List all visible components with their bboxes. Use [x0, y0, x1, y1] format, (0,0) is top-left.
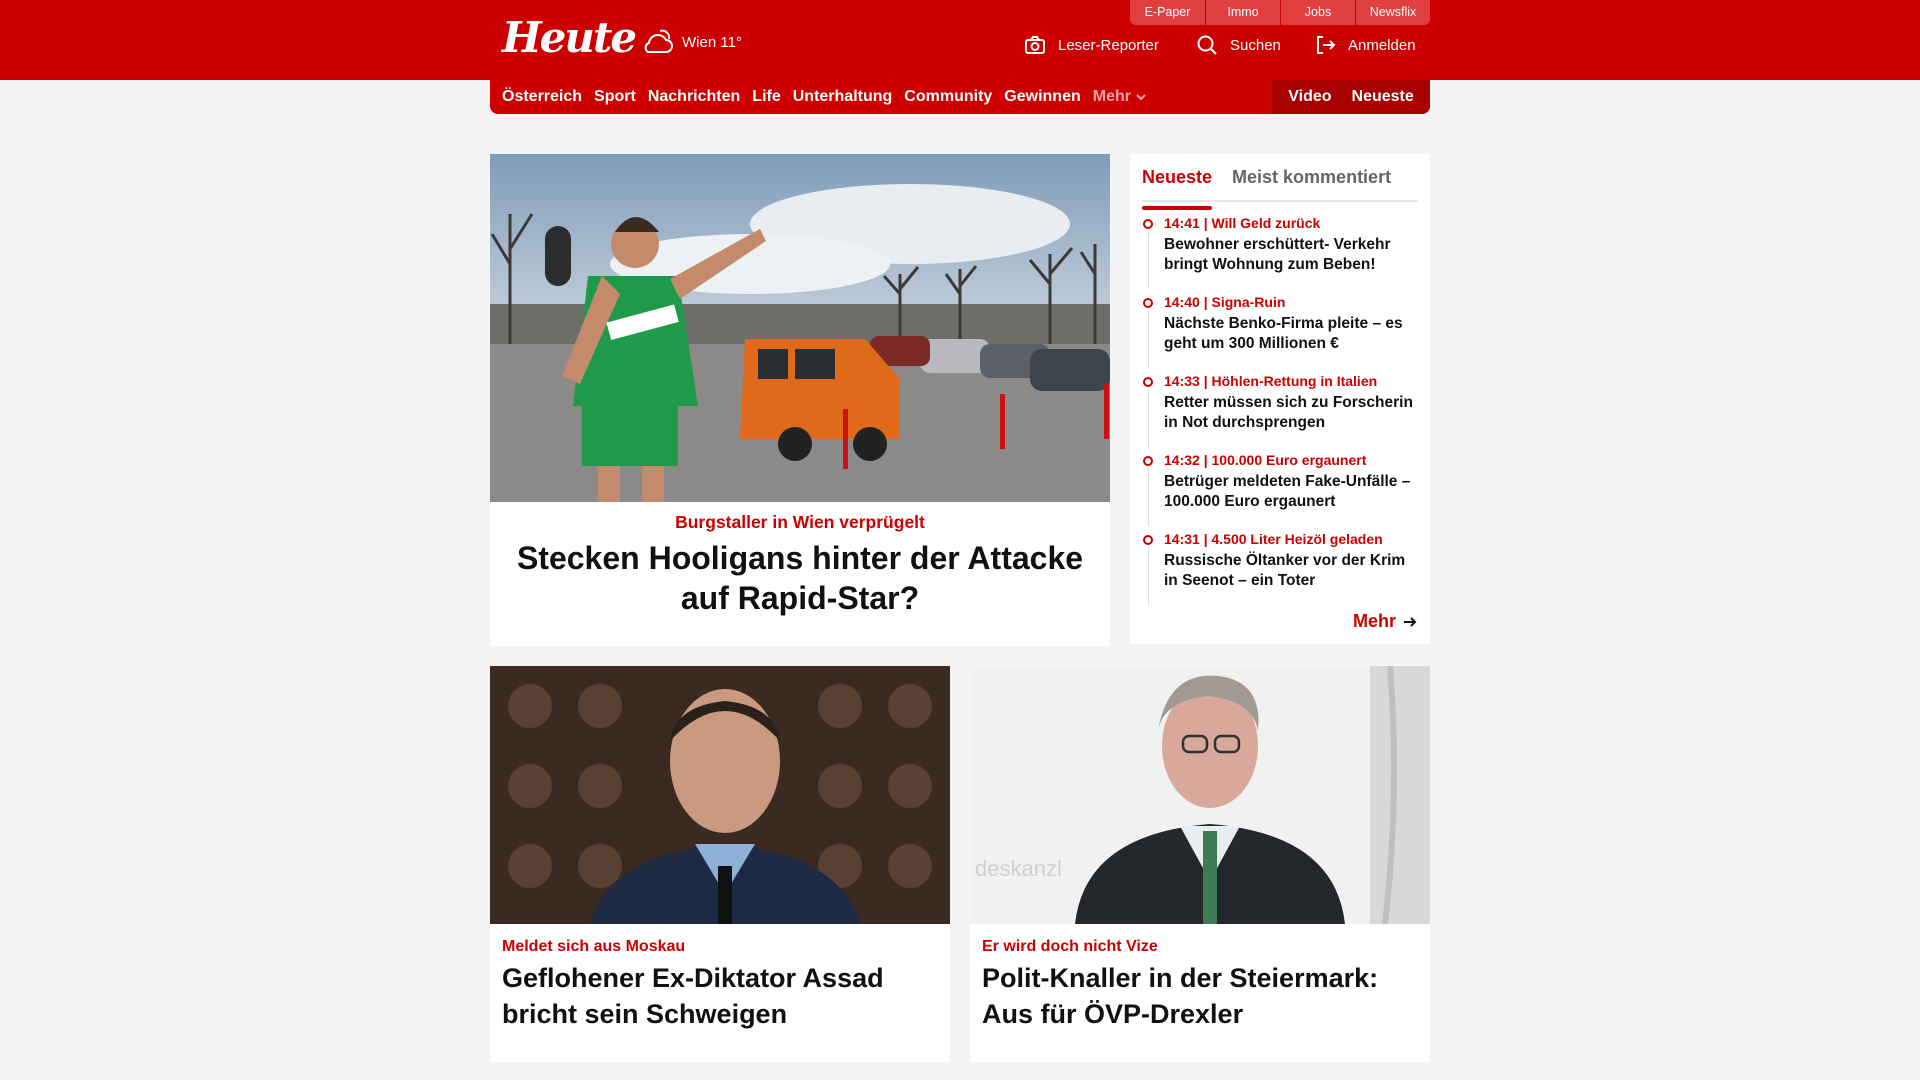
- search-button[interactable]: Suchen: [1196, 34, 1281, 56]
- list-item[interactable]: 14:40 | Signa-Ruin Nächste Benko-Firma p…: [1142, 293, 1422, 372]
- nav-item-sport[interactable]: Sport: [594, 88, 636, 106]
- sidebar-more-link[interactable]: Mehr: [1353, 611, 1418, 632]
- hero-article[interactable]: Burgstaller in Wien verprügelt Stecken H…: [490, 154, 1110, 646]
- timeline-dot-icon: [1143, 219, 1153, 229]
- timeline-line: [1148, 389, 1149, 447]
- epaper-link[interactable]: E-Paper: [1130, 0, 1205, 25]
- top-links: E-Paper Immo Jobs Newsflix: [1130, 0, 1430, 25]
- chevron-down-icon: [1136, 94, 1146, 101]
- camera-icon: [1025, 36, 1045, 54]
- nav-item-gewinnen[interactable]: Gewinnen: [1004, 88, 1080, 106]
- list-item[interactable]: 14:33 | Höhlen-Rettung in Italien Retter…: [1142, 372, 1422, 451]
- timeline-line: [1148, 468, 1149, 526]
- ticker-headline[interactable]: Retter müssen sich zu Forscherin in Not …: [1164, 393, 1422, 433]
- immo-link[interactable]: Immo: [1205, 0, 1280, 25]
- arrow-right-icon: [1404, 616, 1417, 627]
- leser-reporter-label: Leser-Reporter: [1058, 36, 1159, 54]
- leser-reporter-button[interactable]: Leser-Reporter: [1024, 34, 1159, 56]
- nav-more-label: Mehr: [1092, 88, 1131, 105]
- article-image[interactable]: [490, 666, 950, 924]
- search-label: Suchen: [1230, 36, 1281, 54]
- search-icon: [1197, 35, 1217, 55]
- ticker-headline[interactable]: Russische Öltanker vor der Krim in Seeno…: [1164, 551, 1422, 591]
- article-image[interactable]: deskanzl: [970, 666, 1430, 924]
- weather-widget[interactable]: Wien 11°: [640, 27, 742, 57]
- hero-image[interactable]: [490, 154, 1110, 502]
- timeline-dot-icon: [1143, 456, 1153, 466]
- latest-news-sidebar: Neueste Meist kommentiert 14:41 | Will G…: [1130, 154, 1430, 644]
- ticker-meta: 14:33 | Höhlen-Rettung in Italien: [1164, 373, 1378, 389]
- list-item[interactable]: 14:41 | Will Geld zurück Bewohner erschü…: [1142, 214, 1422, 293]
- nav-more-dropdown[interactable]: Mehr: [1093, 88, 1147, 106]
- article-headline[interactable]: Polit-Knaller in der Steiermark: Aus für…: [982, 960, 1422, 1032]
- newsflix-link[interactable]: Newsflix: [1355, 0, 1430, 25]
- sidebar-tabs: Neueste Meist kommentiert: [1142, 162, 1418, 210]
- logo[interactable]: Heute: [502, 14, 637, 62]
- timeline-line: [1148, 231, 1149, 289]
- weather-label: Wien 11°: [682, 33, 742, 51]
- timeline-line: [1148, 310, 1149, 368]
- ticker-headline[interactable]: Nächste Benko-Firma pleite – es geht um …: [1164, 314, 1422, 354]
- nav-item-life[interactable]: Life: [752, 88, 780, 106]
- nav-item-video[interactable]: Video: [1288, 88, 1331, 106]
- sidebar-more-label: Mehr: [1352, 611, 1396, 631]
- login-button[interactable]: Anmelden: [1314, 34, 1416, 56]
- list-item[interactable]: 14:32 | 100.000 Euro ergaunert Betrüger …: [1142, 451, 1422, 530]
- article-kicker[interactable]: Er wird doch nicht Vize: [982, 938, 1158, 956]
- ticker-headline[interactable]: Betrüger meldeten Fake-Unfälle – 100.000…: [1164, 472, 1422, 512]
- tab-meist-kommentiert[interactable]: Meist kommentiert: [1232, 162, 1391, 200]
- timeline-dot-icon: [1143, 298, 1153, 308]
- hero-headline[interactable]: Stecken Hooligans hinter der Attacke auf…: [490, 538, 1110, 618]
- ticker-meta: 14:31 | 4.500 Liter Heizöl geladen: [1164, 531, 1383, 547]
- nav-item-community[interactable]: Community: [904, 88, 992, 106]
- ticker-meta: 14:41 | Will Geld zurück: [1164, 215, 1321, 231]
- nav-item-neueste[interactable]: Neueste: [1352, 88, 1414, 106]
- article-card-assad[interactable]: Meldet sich aus Moskau Geflohener Ex-Dik…: [490, 666, 950, 1062]
- nav-item-nachrichten[interactable]: Nachrichten: [648, 88, 740, 106]
- login-icon: [1317, 36, 1336, 54]
- list-item[interactable]: 14:31 | 4.500 Liter Heizöl geladen Russi…: [1142, 530, 1422, 609]
- article-kicker[interactable]: Meldet sich aus Moskau: [502, 938, 685, 956]
- nav-item-oesterreich[interactable]: Österreich: [502, 88, 582, 106]
- site-header: [0, 0, 1920, 80]
- ticker-meta: 14:32 | 100.000 Euro ergaunert: [1164, 452, 1367, 468]
- timeline-dot-icon: [1143, 377, 1153, 387]
- hero-kicker[interactable]: Burgstaller in Wien verprügelt: [490, 512, 1110, 533]
- article-headline[interactable]: Geflohener Ex-Diktator Assad bricht sein…: [502, 960, 932, 1032]
- tab-neueste[interactable]: Neueste: [1142, 162, 1213, 210]
- ticker-meta: 14:40 | Signa-Ruin: [1164, 294, 1286, 310]
- nav-item-unterhaltung[interactable]: Unterhaltung: [793, 88, 893, 106]
- watermark-text: deskanzl: [975, 856, 1062, 881]
- cloud-sun-icon: [644, 29, 673, 53]
- nav-right-group: Video Neueste: [1272, 80, 1430, 114]
- main-nav: Österreich Sport Nachrichten Life Unterh…: [490, 80, 1430, 114]
- news-ticker: 14:41 | Will Geld zurück Bewohner erschü…: [1142, 214, 1422, 609]
- jobs-link[interactable]: Jobs: [1280, 0, 1355, 25]
- ticker-headline[interactable]: Bewohner erschüttert- Verkehr bringt Woh…: [1164, 235, 1422, 275]
- timeline-dot-icon: [1143, 535, 1153, 545]
- timeline-line: [1148, 547, 1149, 605]
- login-label: Anmelden: [1348, 36, 1416, 54]
- article-card-drexler[interactable]: deskanzl Er wird doch nicht Vize Polit-K…: [970, 666, 1430, 1062]
